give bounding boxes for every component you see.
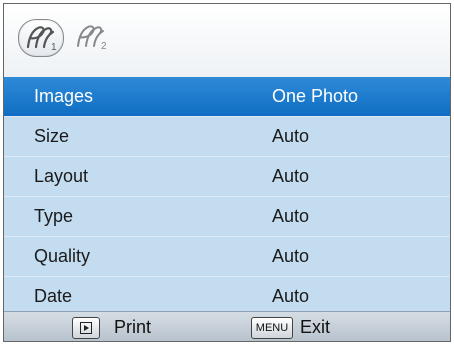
- menu-item-label: Size: [34, 126, 70, 146]
- button-guide-bar: Print MENU Exit: [4, 311, 450, 341]
- exit-label: Exit: [300, 317, 331, 337]
- tab-bar: 1 2: [4, 4, 450, 77]
- menu-item-value: Auto: [272, 286, 310, 306]
- menu-item-label: Type: [34, 206, 74, 226]
- menu-item-label: Images: [34, 86, 94, 106]
- menu-item-value: Auto: [272, 166, 310, 186]
- menu-item-label: Layout: [34, 166, 89, 186]
- pictbridge-2-icon: 2: [77, 25, 107, 52]
- menu-item-label: Quality: [34, 246, 91, 266]
- menu-key-label: MENU: [255, 322, 289, 334]
- menu-item-size[interactable]: Size Auto: [4, 117, 450, 157]
- menu-key[interactable]: MENU: [251, 317, 293, 339]
- menu-item-quality[interactable]: Quality Auto: [4, 237, 450, 277]
- menu-item-layout[interactable]: Layout Auto: [4, 157, 450, 197]
- menu-item-value: Auto: [272, 246, 310, 266]
- menu-item-value: Auto: [272, 126, 310, 146]
- tab-pictbridge-1[interactable]: 1: [18, 19, 64, 57]
- menu-item-value: Auto: [272, 206, 310, 226]
- menu-item-value: One Photo: [272, 86, 359, 106]
- menu-item-images[interactable]: Images One Photo: [4, 77, 450, 117]
- print-settings-screen: 1 2 Images One Photo Size Auto Layout Au…: [3, 3, 451, 342]
- svg-text:2: 2: [101, 41, 107, 52]
- play-icon: [80, 322, 92, 334]
- menu-item-type[interactable]: Type Auto: [4, 197, 450, 237]
- settings-menu: Images One Photo Size Auto Layout Auto T…: [4, 77, 450, 317]
- print-label: Print: [114, 317, 152, 337]
- tab-pictbridge-2[interactable]: 2: [72, 19, 116, 55]
- svg-text:1: 1: [51, 42, 57, 53]
- menu-item-label: Date: [34, 286, 73, 306]
- pictbridge-1-icon: 1: [26, 26, 57, 53]
- play-key[interactable]: [72, 317, 100, 339]
